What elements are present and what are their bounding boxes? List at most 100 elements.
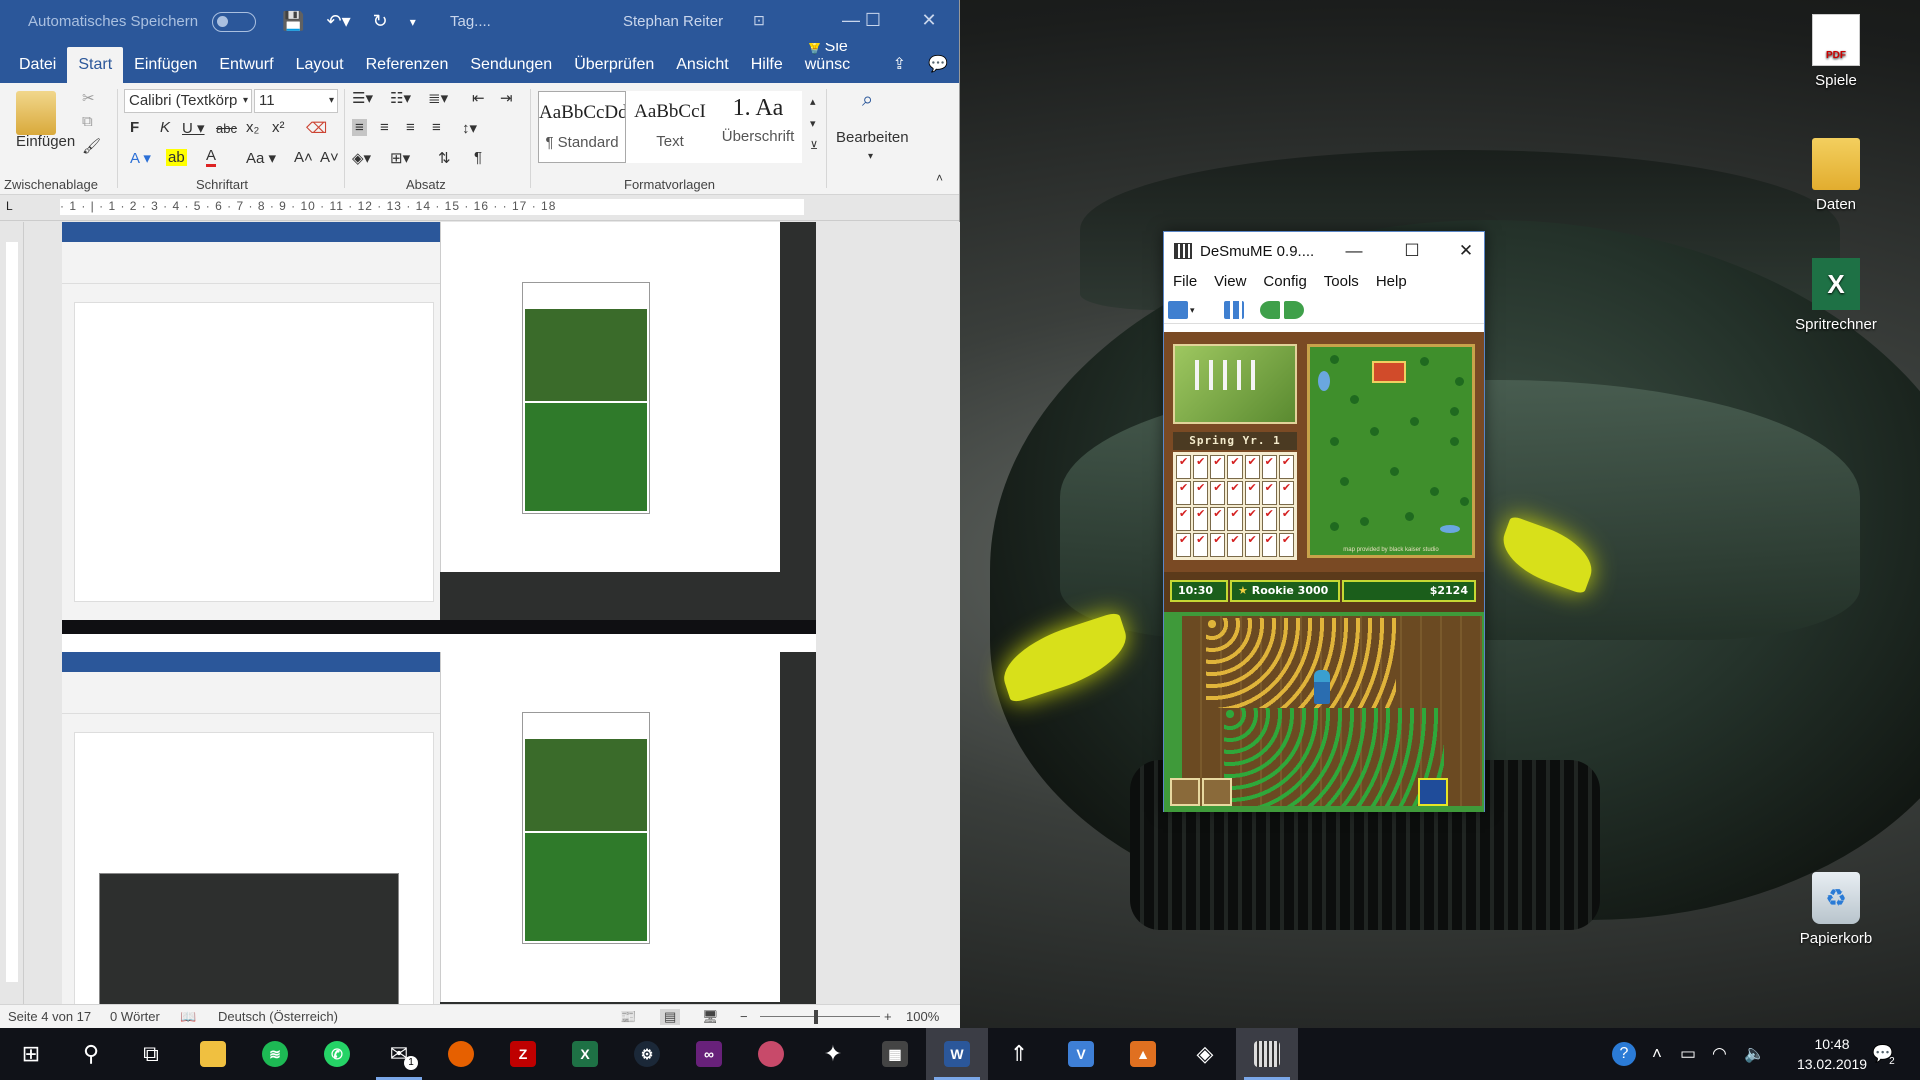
help-tray-icon[interactable]: ? — [1612, 1028, 1636, 1080]
tab-datei[interactable]: Datei — [8, 56, 67, 83]
maximize-button[interactable]: ☐ — [850, 0, 896, 43]
embedded-screenshot[interactable] — [62, 222, 816, 634]
increase-indent-icon[interactable]: ⇥ — [500, 89, 513, 107]
tell-me-search[interactable]: 💡Sie wünsc — [794, 36, 876, 83]
tab-layout[interactable]: Layout — [285, 56, 355, 83]
wifi-icon[interactable]: ◠ — [1712, 1028, 1727, 1080]
taskbar-filezilla[interactable]: Z — [492, 1028, 554, 1080]
decrease-indent-icon[interactable]: ⇤ — [472, 89, 485, 107]
tab-einfuegen[interactable]: Einfügen — [123, 56, 208, 83]
style-ueberschrift[interactable]: 1. Aa Überschrift — [714, 91, 802, 163]
font-color-button[interactable]: A — [206, 147, 217, 167]
clock[interactable]: 10:48 13.02.2019 — [1784, 1034, 1880, 1074]
taskbar-desmume[interactable] — [1236, 1028, 1298, 1080]
tab-ueberpruefen[interactable]: Überprüfen — [563, 56, 665, 83]
font-size-combo[interactable]: 11 ▾ — [254, 89, 338, 113]
desktop-icon-spritrechner[interactable]: X Spritrechner — [1786, 258, 1886, 333]
align-left-icon[interactable]: ≡ — [352, 119, 367, 136]
pause-icon[interactable] — [1224, 301, 1244, 319]
task-view-button[interactable]: ⧉ — [120, 1028, 182, 1080]
bold-button[interactable]: F — [130, 119, 139, 136]
tab-referenzen[interactable]: Referenzen — [355, 56, 460, 83]
collapse-ribbon-icon[interactable]: ˄ — [936, 171, 943, 185]
menu-config[interactable]: Config — [1263, 270, 1306, 296]
change-case-button[interactable]: Aa ▾ — [246, 149, 276, 167]
battery-icon[interactable]: ▭ — [1680, 1028, 1696, 1080]
taskbar-whatsapp[interactable]: ✆ — [306, 1028, 368, 1080]
shading-icon[interactable]: ◈▾ — [352, 149, 371, 167]
chevron-up-icon[interactable]: ˄ — [1652, 1028, 1662, 1080]
shrink-font-button[interactable]: A˅ — [320, 149, 339, 166]
autosave-toggle[interactable] — [212, 11, 257, 32]
web-layout-icon[interactable]: 🖥 — [702, 1009, 719, 1025]
customize-quick-access-icon[interactable]: ▾ — [410, 15, 416, 29]
taskbar-unity[interactable]: ◈ — [1174, 1028, 1236, 1080]
numbering-icon[interactable]: ☷▾ — [390, 89, 411, 107]
read-mode-icon[interactable]: 📰 — [620, 1009, 636, 1025]
italic-button[interactable]: K — [160, 119, 170, 136]
taskbar-app-globe[interactable] — [740, 1028, 802, 1080]
superscript-button[interactable]: x² — [272, 119, 285, 136]
share-icon[interactable]: ⇪ — [882, 54, 917, 83]
highlight-button[interactable]: ab — [166, 149, 187, 166]
text-effects-button[interactable]: A ▾ — [130, 149, 151, 167]
proofing-icon[interactable]: 📖 — [180, 1009, 196, 1025]
edit-button[interactable]: Bearbeiten — [836, 129, 909, 146]
align-right-icon[interactable]: ≡ — [406, 119, 415, 136]
taskbar-matlab[interactable]: ▲ — [1112, 1028, 1174, 1080]
ribbon-display-icon[interactable]: ⊡ — [736, 0, 782, 43]
search-button[interactable]: ⚲ — [60, 1028, 122, 1080]
save-icon[interactable]: 💾 — [282, 11, 304, 32]
underline-button[interactable]: U ▾ — [182, 119, 205, 137]
ds-bottom-screen[interactable]: 10:30 ★ Rookie 3000 $2124 — [1164, 572, 1484, 812]
taskbar-word[interactable]: W — [926, 1028, 988, 1080]
tab-hilfe[interactable]: Hilfe — [740, 56, 794, 83]
tab-ansicht[interactable]: Ansicht — [665, 56, 739, 83]
taskbar-explorer[interactable] — [182, 1028, 244, 1080]
tab-entwurf[interactable]: Entwurf — [208, 56, 284, 83]
ds-top-screen[interactable]: Spring Yr. 1 ✔ ✔ ✔ ✔ ✔ ✔ ✔ ✔ ✔ ✔ ✔ ✔ ✔ ✔ ✔ ✔ ✔ ✔ ✔ ✔ ✔ ✔ ✔ ✔ ✔ ✔ ✔… — [1164, 332, 1484, 572]
desktop-icon-papierkorb[interactable]: Papierkorb — [1786, 872, 1886, 947]
action-center-button[interactable]: 💬 2 — [1872, 1028, 1895, 1080]
zoom-slider-track[interactable] — [760, 1016, 880, 1017]
sort-icon[interactable]: ⇅ — [438, 149, 451, 167]
undo-icon[interactable]: ↶▾ — [327, 11, 351, 32]
show-formatting-icon[interactable]: ¶ — [474, 149, 482, 166]
taskbar-visual-studio[interactable]: ∞ — [678, 1028, 740, 1080]
chevron-down-icon[interactable]: ▾ — [1190, 305, 1200, 323]
line-spacing-icon[interactable]: ↕▾ — [462, 119, 477, 137]
page-count[interactable]: Seite 4 von 17 — [8, 1009, 91, 1024]
open-rom-icon[interactable] — [1168, 301, 1188, 319]
help-button[interactable] — [1170, 778, 1200, 806]
taskbar-spotify[interactable]: ≋ — [244, 1028, 306, 1080]
menu-file[interactable]: File — [1173, 270, 1197, 296]
taskbar-steam[interactable]: ⚙ — [616, 1028, 678, 1080]
taskbar-calculator[interactable]: ▦ — [864, 1028, 926, 1080]
zoom-out-button[interactable]: − — [740, 1009, 748, 1024]
taskbar-app-arrow[interactable]: ⇑ — [988, 1028, 1050, 1080]
rotate-left-icon[interactable] — [1260, 301, 1280, 319]
print-layout-icon[interactable]: ▤ — [660, 1009, 681, 1025]
word-count[interactable]: 0 Wörter — [110, 1009, 160, 1024]
tab-sendungen[interactable]: Sendungen — [459, 56, 563, 83]
copy-icon[interactable]: ⧉ — [82, 113, 93, 130]
redo-icon[interactable]: ↻ — [373, 11, 388, 32]
subscript-button[interactable]: x₂ — [246, 119, 259, 136]
tab-selector-icon[interactable]: L — [6, 199, 13, 213]
watering-can-tool[interactable] — [1418, 778, 1448, 806]
comments-icon[interactable]: 💬 — [917, 54, 959, 83]
strikethrough-button[interactable]: abc — [216, 121, 237, 136]
taskbar-mail[interactable]: ✉ 1 — [368, 1028, 430, 1080]
bullets-icon[interactable]: ☰▾ — [352, 89, 373, 107]
zoom-slider-thumb[interactable] — [814, 1010, 818, 1024]
user-name[interactable]: Stephan Reiter — [623, 13, 723, 30]
taskbar-firefox[interactable] — [430, 1028, 492, 1080]
close-button[interactable]: ✕ — [906, 0, 952, 43]
zoom-level[interactable]: 100% — [906, 1009, 939, 1024]
style-standard[interactable]: AaBbCcDd ¶ Standard — [538, 91, 626, 163]
backpack-button[interactable] — [1202, 778, 1232, 806]
rotate-right-icon[interactable] — [1284, 301, 1304, 319]
justify-icon[interactable]: ≡ — [432, 119, 441, 136]
tab-start[interactable]: Start — [67, 47, 124, 83]
start-button[interactable]: ⊞ — [0, 1028, 62, 1080]
